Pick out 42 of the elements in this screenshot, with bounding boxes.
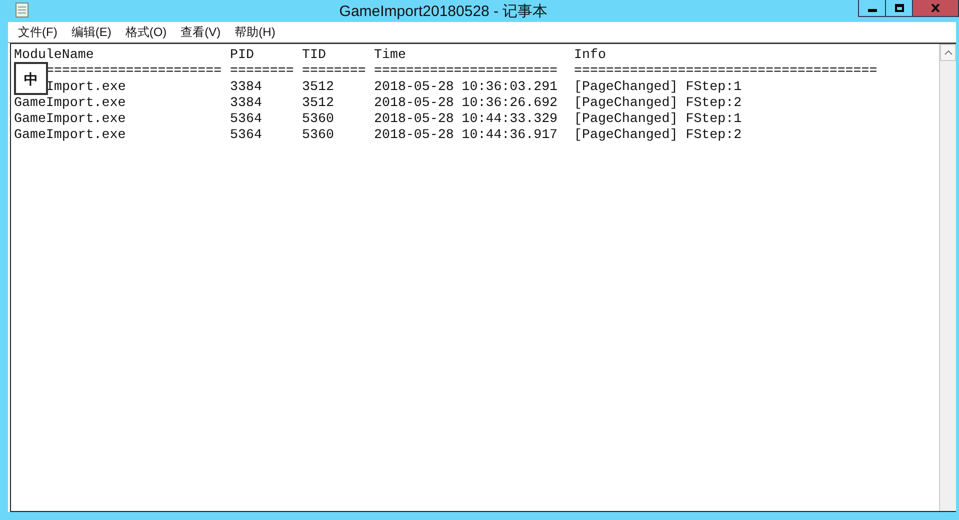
close-icon [931,4,940,12]
separator-text: ======== [230,63,294,79]
log-text: 5360 [302,127,334,143]
scroll-up-icon[interactable] [944,50,952,55]
log-text: 3384 [230,79,262,95]
notepad-icon [15,2,29,18]
log-text: 3512 [302,95,334,111]
close-button[interactable] [913,0,958,16]
menu-item[interactable]: 格式(O) [125,23,167,41]
log-text: 2018-05-28 10:44:36.917 [374,127,558,143]
menu-item[interactable]: 帮助(H) [234,23,276,41]
log-text: GameImport.exe [14,127,126,143]
log-text: 2018-05-28 10:44:33.329 [374,111,558,127]
log-text: 5364 [230,111,262,127]
log-text: 3512 [302,79,334,95]
log-text: GameImport.exe [14,111,126,127]
log-text: GameImport.exe [14,95,126,111]
column-header: TID [302,47,326,63]
log-text: 3384 [230,95,262,111]
log-text: 2018-05-28 10:36:26.692 [374,95,558,111]
log-text: [PageChanged] FStep:1 [574,111,742,127]
separator-text: ====================================== [574,63,878,79]
separator-text: ======== [302,63,366,79]
vertical-scrollbar[interactable] [939,44,956,511]
log-text: 5360 [302,111,334,127]
column-header: Time [374,47,406,63]
separator-text: ======================= [374,63,558,79]
log-text: [PageChanged] FStep:1 [574,79,742,95]
log-text: 2018-05-28 10:36:03.291 [374,79,558,95]
log-text: Import.exe [46,79,126,95]
log-text: 5364 [230,127,262,143]
ime-indicator: 中 [14,62,48,95]
log-text: [PageChanged] FStep:2 [574,127,742,143]
column-header: Info [574,47,606,63]
column-header: ModuleName [14,47,94,63]
window-title: GameImport20180528 - 记事本 [338,2,549,22]
separator-text: ====================== [46,63,222,79]
column-header: PID [230,47,254,63]
menu-item[interactable]: 查看(V) [180,23,221,41]
menu-item[interactable]: 文件(F) [18,23,58,41]
log-text: [PageChanged] FStep:2 [574,95,742,111]
menu-item[interactable]: 编辑(E) [71,23,112,41]
